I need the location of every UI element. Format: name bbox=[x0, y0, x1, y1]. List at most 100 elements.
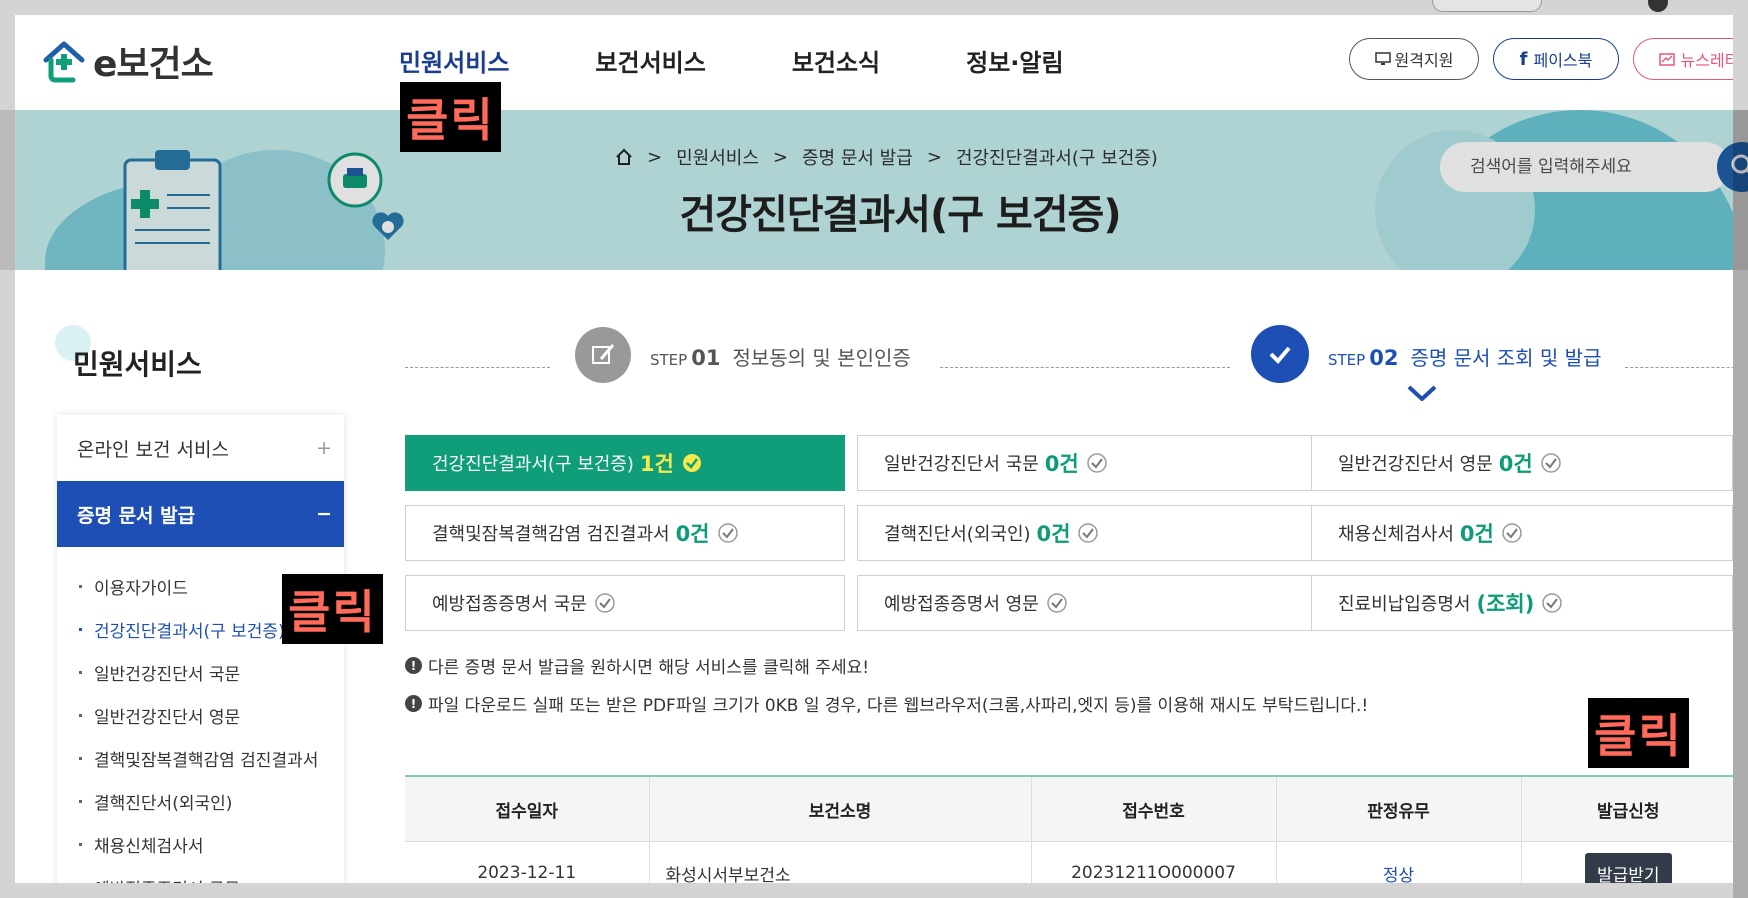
doc-label: 건강진단결과서(구 보건증) bbox=[432, 454, 634, 475]
doc-tb-latent[interactable]: 결핵및잠복결핵감염 검진결과서 0건 bbox=[405, 505, 845, 561]
doc-count: 0건 bbox=[1498, 452, 1533, 476]
click-annotation-sidebar: 클릭 bbox=[282, 574, 383, 644]
facebook-button[interactable]: f 페이스북 bbox=[1493, 38, 1619, 80]
step1-text: STEP 01 정보동의 및 본인인증 bbox=[650, 342, 911, 371]
doc-health-result[interactable]: 건강진단결과서(구 보건증) 1건 bbox=[405, 435, 845, 491]
doc-general-en[interactable]: 일반건강진단서 영문 0건 bbox=[1311, 435, 1733, 491]
newsletter-button[interactable]: 뉴스레터 bbox=[1633, 38, 1733, 80]
check-circle-icon bbox=[595, 593, 615, 613]
nav-civil-service[interactable]: 민원서비스 bbox=[399, 43, 509, 78]
doc-count: 1건 bbox=[639, 452, 674, 476]
doc-label: 결핵및잠복결핵감염 검진결과서 bbox=[432, 524, 670, 545]
col-center: 보건소명 bbox=[649, 776, 1032, 842]
top-dot-icon bbox=[1648, 0, 1668, 12]
doc-employment-check[interactable]: 채용신체검사서 0건 bbox=[1311, 505, 1733, 561]
issue-button[interactable]: 발급받기 bbox=[1584, 852, 1672, 883]
doc-count: (조회) bbox=[1476, 592, 1535, 616]
check-circle-icon bbox=[1502, 523, 1522, 543]
facebook-icon: f bbox=[1519, 48, 1528, 70]
main-nav: 민원서비스 보건서비스 보건소식 정보·알림 bbox=[399, 43, 1150, 78]
page: e보건소 민원서비스 보건서비스 보건소식 정보·알림 원격지원 f 페이스북 … bbox=[15, 15, 1733, 883]
issue-table: 접수일자 보건소명 접수번호 판정유무 발급신청 2023-12-11 화성시서… bbox=[405, 775, 1733, 883]
nav-health-news[interactable]: 보건소식 bbox=[792, 43, 880, 78]
col-action: 발급신청 bbox=[1521, 776, 1733, 842]
remote-support-button[interactable]: 원격지원 bbox=[1349, 38, 1479, 80]
step2-number: 02 bbox=[1369, 346, 1399, 370]
notice-line: ! 파일 다운로드 실패 또는 받은 PDF파일 크기가 0KB 일 경우, 다… bbox=[405, 691, 1368, 716]
step2-label: 증명 문서 조회 및 발급 bbox=[1410, 346, 1602, 370]
doc-label: 예방접종증명서 영문 bbox=[884, 594, 1039, 615]
step-divider bbox=[1625, 367, 1733, 368]
cell-center: 화성시서부보건소 bbox=[649, 841, 1032, 883]
step1-prefix: STEP bbox=[650, 351, 688, 369]
step2-text: STEP 02 증명 문서 조회 및 발급 bbox=[1328, 342, 1601, 371]
doc-count: 0건 bbox=[1044, 452, 1079, 476]
breadcrumb-item[interactable]: 건강진단결과서(구 보건증) bbox=[956, 144, 1158, 170]
cell-number: 20231211O000007 bbox=[1031, 841, 1277, 883]
check-icon bbox=[1269, 346, 1291, 364]
sidebar-menu: 온라인 보건 서비스 + 증명 문서 발급 − 이용자가이드 건강진단결과서(구… bbox=[57, 415, 344, 883]
step-divider bbox=[405, 367, 550, 368]
check-circle-icon bbox=[1086, 453, 1107, 473]
remote-support-label: 원격지원 bbox=[1394, 51, 1454, 70]
submenu-item[interactable]: 일반건강진단서 국문 bbox=[79, 651, 318, 694]
submenu-item[interactable]: 결핵및잠복결핵감염 검진결과서 bbox=[79, 737, 318, 780]
table-header-row: 접수일자 보건소명 접수번호 판정유무 발급신청 bbox=[405, 776, 1733, 842]
doc-label: 일반건강진단서 영문 bbox=[1338, 454, 1493, 475]
cell-date: 2023-12-11 bbox=[405, 841, 650, 883]
step1-label: 정보동의 및 본인인증 bbox=[732, 346, 911, 370]
doc-count: 0건 bbox=[1459, 522, 1494, 546]
col-result: 판정유무 bbox=[1276, 776, 1522, 842]
monitor-icon bbox=[1374, 52, 1391, 65]
col-number: 접수번호 bbox=[1031, 776, 1277, 842]
nav-health-service[interactable]: 보건서비스 bbox=[595, 43, 705, 78]
pen-icon bbox=[592, 344, 615, 364]
check-circle-icon bbox=[717, 523, 738, 543]
top-pill[interactable] bbox=[1432, 0, 1542, 12]
sidebar-item-certificate[interactable]: 증명 문서 발급 − bbox=[57, 481, 344, 547]
newsletter-label: 뉴스레터 bbox=[1680, 51, 1733, 70]
notice-text: 다른 증명 문서 발급을 원하시면 해당 서비스를 클릭해 주세요! bbox=[428, 658, 870, 678]
doc-label: 진료비납입증명서 bbox=[1338, 594, 1471, 615]
doc-label: 채용신체검사서 bbox=[1338, 524, 1454, 545]
sidebar-title: 민원서비스 bbox=[73, 348, 202, 381]
exclamation-icon: ! bbox=[405, 657, 422, 674]
check-circle-icon bbox=[1540, 453, 1561, 473]
submenu-item[interactable]: 결핵진단서(외국인) bbox=[79, 780, 318, 823]
step2-circle bbox=[1251, 325, 1309, 383]
doc-tb-foreigner[interactable]: 결핵진단서(외국인) 0건 bbox=[857, 505, 1312, 561]
submenu-item[interactable]: 예방접종증명서 국문 bbox=[79, 866, 318, 883]
chevron-down-icon bbox=[1407, 385, 1437, 401]
breadcrumb: > 민원서비스 > 증명 문서 발급 > 건강진단결과서(구 보건증) bbox=[615, 144, 1158, 170]
scrollbar[interactable] bbox=[1733, 110, 1748, 898]
search-input[interactable] bbox=[1468, 156, 1692, 178]
step1-circle bbox=[575, 327, 631, 383]
nav-info-notice[interactable]: 정보·알림 bbox=[966, 43, 1063, 78]
step1-number: 01 bbox=[691, 346, 721, 370]
sidebar-item-online-health[interactable]: 온라인 보건 서비스 + bbox=[57, 415, 344, 481]
doc-vaccination-en[interactable]: 예방접종증명서 영문 bbox=[857, 575, 1312, 631]
page-banner: > 민원서비스 > 증명 문서 발급 > 건강진단결과서(구 보건증) 건강진단… bbox=[15, 110, 1733, 270]
notice-line: ! 다른 증명 문서 발급을 원하시면 해당 서비스를 클릭해 주세요! bbox=[405, 653, 869, 678]
sidebar-item-label: 증명 문서 발급 bbox=[77, 504, 196, 527]
step-divider bbox=[940, 367, 1230, 368]
breadcrumb-item[interactable]: 민원서비스 bbox=[676, 144, 759, 170]
doc-medical-payment[interactable]: 진료비납입증명서 (조회) bbox=[1311, 575, 1733, 631]
doc-count: 0건 bbox=[675, 522, 710, 546]
search-box bbox=[1440, 142, 1730, 192]
submenu-item[interactable]: 일반건강진단서 영문 bbox=[79, 694, 318, 737]
site-logo[interactable]: e보건소 bbox=[41, 33, 214, 89]
doc-general-kr[interactable]: 일반건강진단서 국문 0건 bbox=[857, 435, 1312, 491]
home-icon[interactable] bbox=[615, 148, 633, 166]
breadcrumb-item[interactable]: 증명 문서 발급 bbox=[802, 144, 913, 170]
submenu-item[interactable]: 채용신체검사서 bbox=[79, 823, 318, 866]
house-plus-icon bbox=[43, 41, 85, 83]
cell-result: 정상 bbox=[1276, 841, 1522, 883]
logo-text: e보건소 bbox=[93, 44, 214, 85]
top-strip bbox=[0, 0, 1748, 15]
table-row: 2023-12-11 화성시서부보건소 20231211O000007 정상 발… bbox=[405, 841, 1733, 883]
minus-icon: − bbox=[316, 502, 332, 525]
check-circle-icon bbox=[682, 454, 701, 472]
exclamation-icon: ! bbox=[405, 695, 422, 712]
doc-vaccination-kr[interactable]: 예방접종증명서 국문 bbox=[405, 575, 845, 631]
